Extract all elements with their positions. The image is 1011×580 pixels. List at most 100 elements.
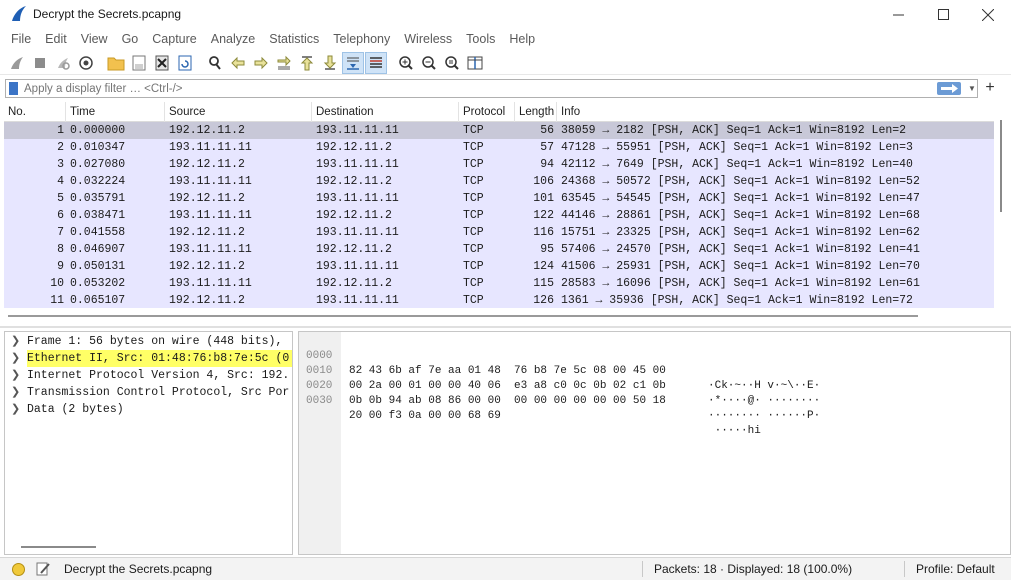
menu-statistics[interactable]: Statistics: [262, 29, 326, 50]
bytes-row[interactable]: 0000 82 43 6b af 7e aa 01 48 76 b8 7e 5c…: [299, 334, 820, 392]
packet-protocol: TCP: [463, 141, 484, 154]
resize-columns-button[interactable]: [464, 52, 486, 74]
column-info[interactable]: Info: [557, 102, 994, 122]
zoom-in-icon: [399, 55, 413, 70]
packet-source: 193.11.11.11: [169, 209, 252, 222]
arrow-right-icon: [941, 84, 958, 93]
packet-source: 192.12.11.2: [169, 294, 245, 307]
packet-destination: 193.11.11.11: [316, 158, 399, 171]
tree-item-tcp[interactable]: ❯ Transmission Control Protocol, Src Por: [5, 384, 292, 401]
colorize-button[interactable]: [365, 51, 387, 74]
reload-file-button[interactable]: [174, 52, 196, 74]
chevron-right-icon[interactable]: ❯: [11, 367, 20, 384]
go-forward-button[interactable]: [250, 52, 272, 74]
status-profile[interactable]: Profile: Default: [916, 562, 995, 576]
menu-edit[interactable]: Edit: [38, 29, 74, 50]
find-packet-button[interactable]: [204, 52, 226, 74]
menu-analyze[interactable]: Analyze: [204, 29, 262, 50]
add-filter-button-icon[interactable]: +: [983, 78, 997, 98]
column-source[interactable]: Source: [165, 102, 312, 122]
maximize-button[interactable]: [920, 0, 966, 29]
capture-options-button[interactable]: [75, 52, 97, 74]
tree-item-ipv4[interactable]: ❯ Internet Protocol Version 4, Src: 192.: [5, 367, 292, 384]
save-file-button[interactable]: [128, 52, 150, 74]
bytes-row[interactable]: 0010 00 2a 00 01 00 00 40 06 e3 a8 c0 0c…: [299, 349, 820, 407]
packet-protocol: TCP: [463, 226, 484, 239]
status-bar: Decrypt the Secrets.pcapng Packets: 18 ·…: [0, 557, 1011, 580]
packet-row[interactable]: 10 0.053202 193.11.11.11 192.12.11.2 TCP…: [4, 275, 994, 292]
packet-length: 115: [533, 277, 554, 290]
tree-item-frame[interactable]: ❯ Frame 1: 56 bytes on wire (448 bits),: [5, 333, 292, 350]
packet-row[interactable]: 8 0.046907 193.11.11.11 192.12.11.2 TCP …: [4, 241, 994, 258]
packet-row[interactable]: 9 0.050131 192.12.11.2 193.11.11.11 TCP …: [4, 258, 994, 275]
close-button[interactable]: [965, 0, 1011, 29]
pane-splitter[interactable]: [0, 326, 1011, 328]
packet-list-hscrollbar[interactable]: [8, 315, 918, 317]
packet-row[interactable]: 4 0.032224 193.11.11.11 192.12.11.2 TCP …: [4, 173, 994, 190]
go-first-button[interactable]: [296, 52, 318, 74]
menu-help[interactable]: Help: [502, 29, 542, 50]
zoom-in-button[interactable]: [395, 52, 417, 74]
go-back-button[interactable]: [227, 52, 249, 74]
packet-row[interactable]: 6 0.038471 193.11.11.11 192.12.11.2 TCP …: [4, 207, 994, 224]
chevron-right-icon[interactable]: ❯: [11, 350, 20, 367]
start-capture-button[interactable]: [6, 52, 28, 74]
packet-length: 101: [533, 192, 554, 205]
expert-info-icon[interactable]: [12, 563, 25, 576]
column-time[interactable]: Time: [66, 102, 165, 122]
open-file-button[interactable]: [105, 52, 127, 74]
packet-row[interactable]: 2 0.010347 193.11.11.11 192.12.11.2 TCP …: [4, 139, 994, 156]
packet-protocol: TCP: [463, 175, 484, 188]
packet-time: 0.053202: [70, 277, 126, 290]
go-to-packet-button[interactable]: [273, 52, 295, 74]
packet-protocol: TCP: [463, 260, 484, 273]
tree-item-ethernet[interactable]: ❯ Ethernet II, Src: 01:48:76:b8:7e:5c (0: [5, 350, 292, 367]
column-protocol[interactable]: Protocol: [459, 102, 515, 122]
packet-time: 0.038471: [70, 209, 126, 222]
menu-tools[interactable]: Tools: [459, 29, 502, 50]
normal-size-button[interactable]: [441, 52, 463, 74]
zoom-out-button[interactable]: [418, 52, 440, 74]
menu-view[interactable]: View: [74, 29, 115, 50]
chevron-right-icon[interactable]: ❯: [11, 333, 20, 350]
menu-bar: File Edit View Go Capture Analyze Statis…: [0, 29, 1011, 50]
details-hscrollbar[interactable]: [21, 546, 96, 548]
column-no[interactable]: No.: [4, 102, 66, 122]
packet-row[interactable]: 5 0.035791 192.12.11.2 193.11.11.11 TCP …: [4, 190, 994, 207]
menu-wireless[interactable]: Wireless: [397, 29, 459, 50]
packet-info: 41506 → 25931 [PSH, ACK] Seq=1 Ack=1 Win…: [561, 260, 920, 273]
chevron-right-icon[interactable]: ❯: [11, 384, 20, 401]
go-last-button[interactable]: [319, 52, 341, 74]
minimize-button[interactable]: [875, 0, 921, 29]
vscroll-thumb[interactable]: [1000, 120, 1002, 212]
filter-history-dropdown[interactable]: ▼: [968, 84, 976, 93]
packet-row[interactable]: 11 0.065107 192.12.11.2 193.11.11.11 TCP…: [4, 292, 994, 308]
menu-capture[interactable]: Capture: [145, 29, 203, 50]
packet-list-vscrollbar[interactable]: [995, 118, 1005, 308]
packet-length: 56: [540, 124, 554, 137]
bytes-row[interactable]: 0030 20 00 f3 0a 00 00 68 69 ·····hi: [299, 379, 761, 437]
tree-item-data[interactable]: ❯ Data (2 bytes): [5, 401, 292, 418]
colorize-icon: [370, 56, 382, 68]
filter-bookmark-icon[interactable]: [9, 82, 18, 95]
maximize-icon: [937, 9, 949, 20]
packet-row[interactable]: 1 0.000000 192.12.11.2 193.11.11.11 TCP …: [4, 122, 994, 139]
chevron-right-icon[interactable]: ❯: [11, 401, 20, 418]
column-length[interactable]: Length: [515, 102, 557, 122]
apply-filter-button[interactable]: [937, 82, 961, 95]
restart-capture-button[interactable]: [52, 52, 74, 74]
packet-protocol: TCP: [463, 277, 484, 290]
menu-file[interactable]: File: [4, 29, 38, 50]
packet-row[interactable]: 7 0.041558 192.12.11.2 193.11.11.11 TCP …: [4, 224, 994, 241]
capture-comment-icon[interactable]: [35, 561, 51, 577]
autoscroll-button[interactable]: [342, 51, 364, 74]
packet-row[interactable]: 3 0.027080 192.12.11.2 193.11.11.11 TCP …: [4, 156, 994, 173]
menu-telephony[interactable]: Telephony: [326, 29, 397, 50]
close-file-button[interactable]: [151, 52, 173, 74]
bytes-row[interactable]: 0020 0b 0b 94 ab 08 86 00 00 00 00 00 00…: [299, 364, 820, 422]
stop-capture-button[interactable]: [29, 52, 51, 74]
go-to-packet-icon: [277, 55, 291, 69]
column-destination[interactable]: Destination: [312, 102, 459, 122]
display-filter-input[interactable]: [24, 80, 924, 97]
menu-go[interactable]: Go: [115, 29, 146, 50]
